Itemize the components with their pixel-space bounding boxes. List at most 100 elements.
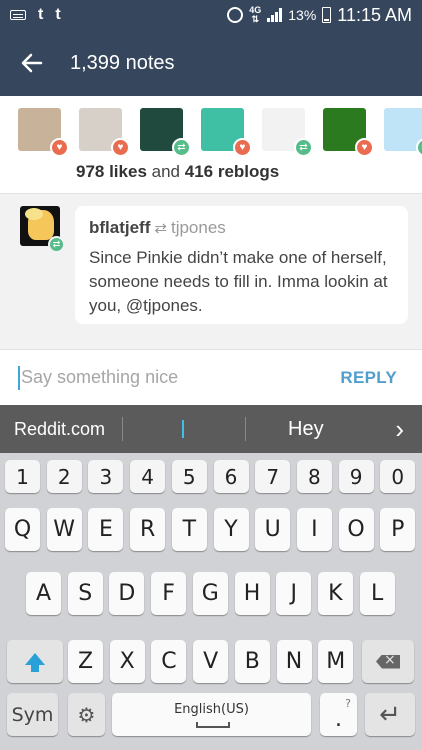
reply-button[interactable]: REPLY (340, 368, 397, 388)
letter-key[interactable]: G (192, 572, 228, 615)
reblog-icon: ⇄ (172, 138, 191, 157)
letter-key[interactable]: L (359, 572, 395, 615)
letter-key[interactable]: W (46, 508, 82, 551)
backspace-key[interactable] (362, 640, 414, 683)
letter-key[interactable]: P (380, 508, 416, 551)
tumblr-icon: t (55, 6, 61, 23)
liker-avatar[interactable]: ⇄ (384, 108, 422, 157)
letter-key[interactable]: F (151, 572, 187, 615)
shift-key[interactable] (7, 640, 63, 683)
reblog-badge-icon: ⇄ (48, 236, 65, 253)
backspace-icon (376, 654, 400, 669)
back-button[interactable] (0, 30, 64, 96)
note-source-user[interactable]: tjpones (171, 218, 226, 238)
note-list: ⇄ bflatjeff ⇄ tjpones Since Pinkie didn’… (0, 194, 422, 349)
space-key[interactable]: English(US) (112, 693, 311, 736)
page-title: 1,399 notes (70, 51, 175, 74)
number-key[interactable]: 8 (296, 460, 332, 493)
letter-key[interactable]: U (255, 508, 291, 551)
reblog-icon: ⇄ (154, 220, 167, 237)
enter-icon: ↵ (379, 699, 401, 730)
number-key[interactable]: 2 (46, 460, 82, 493)
liker-avatar[interactable]: ⇄ (262, 108, 313, 157)
reblogs-count: 416 reblogs (184, 162, 280, 181)
sym-key[interactable]: Sym (7, 693, 58, 736)
letter-key[interactable]: H (234, 572, 270, 615)
reblog-icon: ⇄ (416, 138, 422, 157)
battery-icon (322, 7, 332, 23)
letter-key[interactable]: S (67, 572, 103, 615)
enter-key[interactable]: ↵ (365, 693, 415, 736)
letter-key[interactable]: Q (5, 508, 40, 551)
gear-icon: ⚙ (77, 702, 96, 727)
letter-key[interactable]: T (171, 508, 207, 551)
reply-input[interactable]: Say something nice (21, 367, 178, 388)
app-header: 1,399 notes (0, 30, 422, 96)
note-text: Since Pinkie didn’t make one of herself,… (89, 248, 388, 315)
liker-avatar[interactable]: ⇄ (140, 108, 191, 157)
letter-key[interactable]: M (318, 640, 354, 683)
notes-summary: ♥ ♥ ⇄ ♥ ⇄ ♥ ⇄ 978 likes and 416 reblogs (0, 96, 422, 194)
reply-bar: Say something nice REPLY (0, 349, 422, 405)
liker-avatar[interactable]: ♥ (18, 108, 69, 157)
note-bubble: bflatjeff ⇄ tjpones Since Pinkie didn’t … (75, 206, 408, 324)
liker-avatar[interactable]: ♥ (79, 108, 130, 157)
letter-key[interactable]: N (276, 640, 312, 683)
letter-key[interactable]: K (317, 572, 353, 615)
letter-key[interactable]: I (296, 508, 332, 551)
punct-small: ? (345, 697, 351, 710)
number-key[interactable]: 7 (255, 460, 291, 493)
suggestion-divider (245, 417, 246, 441)
heart-icon: ♥ (233, 138, 252, 157)
suggestion-divider (122, 417, 123, 441)
letter-key[interactable]: O (338, 508, 374, 551)
chevron-right-icon[interactable]: › (395, 414, 404, 445)
letter-key[interactable]: R (130, 508, 166, 551)
letter-key[interactable]: D (109, 572, 145, 615)
letter-key[interactable]: J (276, 572, 312, 615)
heart-icon: ♥ (111, 138, 130, 157)
arrow-left-icon (21, 53, 43, 73)
summary-and: and (151, 162, 181, 181)
avatar-row: ♥ ♥ ⇄ ♥ ⇄ ♥ ⇄ (18, 108, 422, 157)
signal-icon (267, 8, 283, 22)
number-key[interactable]: 4 (130, 460, 166, 493)
heart-icon: ♥ (50, 138, 69, 157)
suggestion-right[interactable]: Hey (288, 418, 324, 441)
letter-key[interactable]: C (151, 640, 187, 683)
network-type: 4G ⇅ (249, 5, 262, 24)
suggestion-middle[interactable] (182, 420, 184, 438)
punctuation-key[interactable]: ? . (320, 693, 357, 736)
letter-key[interactable]: B (234, 640, 270, 683)
letter-key[interactable]: Z (68, 640, 103, 683)
letter-key[interactable]: A (26, 572, 61, 615)
suggestion-left[interactable]: Reddit.com (14, 419, 105, 440)
number-key[interactable]: 9 (338, 460, 374, 493)
note-username[interactable]: bflatjeff (89, 218, 150, 238)
number-key[interactable]: 3 (88, 460, 124, 493)
likes-count: 978 likes (76, 162, 147, 181)
shift-arrow-icon (25, 652, 45, 672)
number-key[interactable]: 5 (171, 460, 207, 493)
number-key[interactable]: 6 (213, 460, 249, 493)
keyboard-icon (10, 10, 26, 20)
letter-key[interactable]: Y (213, 508, 249, 551)
alarm-icon (227, 7, 244, 23)
reblog-icon: ⇄ (294, 138, 313, 157)
heart-icon: ♥ (355, 138, 374, 157)
letter-key[interactable]: E (88, 508, 124, 551)
number-key[interactable]: 1 (5, 460, 40, 493)
liker-avatar[interactable]: ♥ (323, 108, 374, 157)
settings-key[interactable]: ⚙ (68, 693, 105, 736)
battery-percent: 13% (288, 7, 317, 23)
keyboard-suggestion-bar: Reddit.com Hey › (0, 405, 422, 453)
likes-reblogs-summary: 978 likes and 416 reblogs (76, 162, 279, 182)
number-key[interactable]: 0 (380, 460, 416, 493)
text-cursor (18, 366, 20, 390)
clock: 11:15 AM (337, 4, 412, 25)
letter-key[interactable]: X (109, 640, 145, 683)
tumblr-icon: t (38, 6, 44, 23)
letter-key[interactable]: V (193, 640, 229, 683)
space-bar-icon (196, 722, 230, 728)
liker-avatar[interactable]: ♥ (201, 108, 252, 157)
